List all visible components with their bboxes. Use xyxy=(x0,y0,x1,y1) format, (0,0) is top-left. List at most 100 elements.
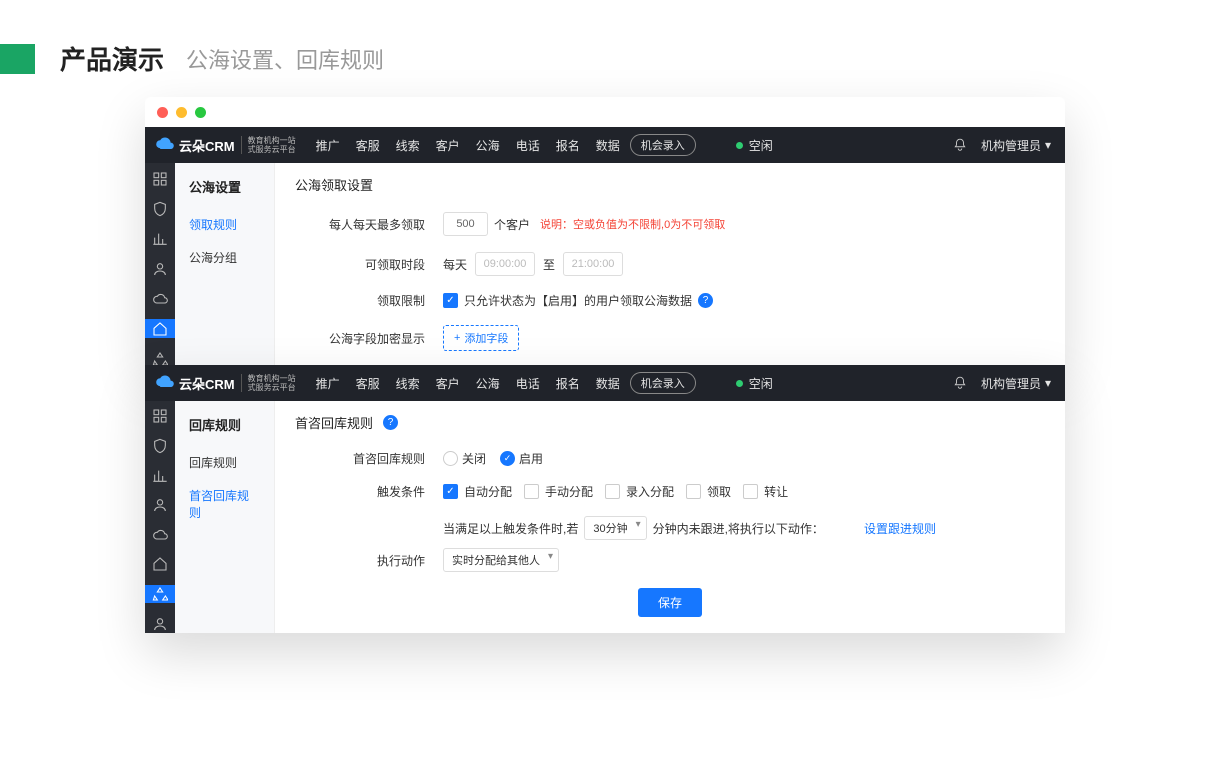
icon-rail xyxy=(145,163,175,368)
chevron-down-icon: ▾ xyxy=(1045,138,1051,152)
claim-settings-panel: 公海领取设置 每人每天最多领取 个客户 说明：空或负值为不限制,0为不可领取 可… xyxy=(275,163,1065,368)
nav-data[interactable]: 数据 xyxy=(596,375,620,392)
action-sentence-a: 当满足以上触发条件时,若 xyxy=(443,520,578,537)
rail-home-icon[interactable] xyxy=(145,319,175,338)
cb-auto-assign[interactable] xyxy=(443,484,458,499)
status-dot-icon xyxy=(736,380,743,387)
rail-shield-icon[interactable] xyxy=(145,199,175,218)
rail-recycle-icon[interactable] xyxy=(145,585,175,604)
topbar: 云朵CRM 教育机构一站式服务云平台 推广 客服 线索 客户 公海 电话 报名 … xyxy=(145,365,1065,401)
bell-icon[interactable] xyxy=(953,376,967,390)
claim-period-prefix: 每天 xyxy=(443,256,467,273)
rail-shield-icon[interactable] xyxy=(145,437,175,456)
nav-leads[interactable]: 线索 xyxy=(396,137,420,154)
brand-logo[interactable]: 云朵CRM 教育机构一站式服务云平台 xyxy=(155,136,296,155)
rail-person-icon[interactable] xyxy=(145,614,175,633)
window-chrome xyxy=(145,97,1065,127)
max-claim-label: 每人每天最多领取 xyxy=(295,216,425,233)
cloud-logo-icon xyxy=(155,137,175,153)
status-dot-icon xyxy=(736,142,743,149)
cb-transfer[interactable] xyxy=(743,484,758,499)
subnav-title: 回库规则 xyxy=(175,415,274,446)
opportunity-entry-button[interactable]: 机会录入 xyxy=(630,372,696,394)
window-public-pool-settings: 云朵CRM 教育机构一站式服务云平台 推广 客服 线索 客户 公海 电话 报名 … xyxy=(145,97,1065,368)
nav-pool[interactable]: 公海 xyxy=(476,375,500,392)
nav-customer[interactable]: 客户 xyxy=(436,375,460,392)
time-from-input[interactable] xyxy=(475,252,535,276)
rail-home-icon[interactable] xyxy=(145,555,175,574)
section-title: 首咨回库规则 xyxy=(295,413,373,432)
cb-claim[interactable] xyxy=(686,484,701,499)
admin-role-dropdown[interactable]: 机构管理员▾ xyxy=(981,375,1051,392)
opportunity-entry-button[interactable]: 机会录入 xyxy=(630,134,696,156)
subnav-first-consult-rule[interactable]: 首咨回库规则 xyxy=(175,479,274,529)
nav-phone[interactable]: 电话 xyxy=(516,375,540,392)
return-subnav: 回库规则 回库规则 首咨回库规则 xyxy=(175,401,275,633)
rule-enable-label: 首咨回库规则 xyxy=(295,450,425,467)
window-return-rule: 云朵CRM 教育机构一站式服务云平台 推广 客服 线索 客户 公海 电话 报名 … xyxy=(145,365,1065,633)
help-icon[interactable]: ? xyxy=(383,415,398,430)
nav-service[interactable]: 客服 xyxy=(356,375,380,392)
brand-name: 云朵CRM xyxy=(179,136,235,155)
rail-user-icon[interactable] xyxy=(145,259,175,278)
chevron-down-icon: ▾ xyxy=(1045,376,1051,390)
subnav-return-rule[interactable]: 回库规则 xyxy=(175,446,274,479)
rail-chart-icon[interactable] xyxy=(145,229,175,248)
maximize-dot-icon[interactable] xyxy=(195,107,206,118)
presence-status[interactable]: 空闲 xyxy=(736,137,773,154)
accent-bar xyxy=(0,44,35,74)
subnav-claim-rule[interactable]: 领取规则 xyxy=(175,208,274,241)
enabled-only-text: 只允许状态为【启用】的用户领取公海数据 xyxy=(464,292,692,309)
radio-on[interactable] xyxy=(500,451,515,466)
rail-chart-icon[interactable] xyxy=(145,466,175,485)
nav-signup[interactable]: 报名 xyxy=(556,375,580,392)
add-field-button[interactable]: ++ 添加字段添加字段 xyxy=(443,325,519,351)
rail-grid-icon[interactable] xyxy=(145,169,175,188)
nav-signup[interactable]: 报名 xyxy=(556,137,580,154)
presence-status[interactable]: 空闲 xyxy=(736,375,773,392)
close-dot-icon[interactable] xyxy=(157,107,168,118)
save-button[interactable]: 保存 xyxy=(638,588,702,617)
nav-customer[interactable]: 客户 xyxy=(436,137,460,154)
nav-data[interactable]: 数据 xyxy=(596,137,620,154)
minimize-dot-icon[interactable] xyxy=(176,107,187,118)
delay-select[interactable]: 30分钟 xyxy=(584,516,646,540)
radio-off[interactable] xyxy=(443,451,458,466)
encrypt-fields-label: 公海字段加密显示 xyxy=(295,330,425,347)
brand-logo[interactable]: 云朵CRM 教育机构一站式服务云平台 xyxy=(155,374,296,393)
bell-icon[interactable] xyxy=(953,138,967,152)
time-to-input[interactable] xyxy=(563,252,623,276)
nav-phone[interactable]: 电话 xyxy=(516,137,540,154)
max-claim-input[interactable] xyxy=(443,212,488,236)
cb-entry-assign[interactable] xyxy=(605,484,620,499)
rail-cloud-icon[interactable] xyxy=(145,526,175,545)
nav-promo[interactable]: 推广 xyxy=(316,375,340,392)
top-nav: 推广 客服 线索 客户 公海 电话 报名 数据 xyxy=(316,375,620,392)
first-consult-panel: 首咨回库规则 ? 首咨回库规则 关闭 启用 触发条件 自动分配 手动分配 录入分… xyxy=(275,401,1065,633)
set-follow-rule-link[interactable]: 设置跟进规则 xyxy=(864,520,936,537)
rail-grid-icon[interactable] xyxy=(145,407,175,426)
nav-leads[interactable]: 线索 xyxy=(396,375,420,392)
page-title-sub: 公海设置、回库规则 xyxy=(186,43,384,75)
nav-service[interactable]: 客服 xyxy=(356,137,380,154)
section-title: 公海领取设置 xyxy=(295,175,1045,194)
trigger-label: 触发条件 xyxy=(295,483,425,500)
settings-subnav: 公海设置 领取规则 公海分组 xyxy=(175,163,275,368)
max-claim-note: 说明：空或负值为不限制,0为不可领取 xyxy=(540,216,725,232)
page-title-main: 产品演示 xyxy=(60,40,164,77)
cb-manual-assign[interactable] xyxy=(524,484,539,499)
rail-user-icon[interactable] xyxy=(145,496,175,515)
page-header: 产品演示 公海设置、回库规则 xyxy=(0,40,1210,77)
max-claim-suffix: 个客户 xyxy=(494,216,530,233)
subnav-title: 公海设置 xyxy=(175,177,274,208)
nav-pool[interactable]: 公海 xyxy=(476,137,500,154)
nav-promo[interactable]: 推广 xyxy=(316,137,340,154)
plus-icon: + xyxy=(454,332,460,344)
help-icon[interactable]: ? xyxy=(698,293,713,308)
admin-role-dropdown[interactable]: 机构管理员▾ xyxy=(981,137,1051,154)
time-separator: 至 xyxy=(543,256,555,273)
rail-cloud-icon[interactable] xyxy=(145,289,175,308)
subnav-pool-group[interactable]: 公海分组 xyxy=(175,241,274,274)
enabled-only-checkbox[interactable] xyxy=(443,293,458,308)
action-select[interactable]: 实时分配给其他人 xyxy=(443,548,559,572)
